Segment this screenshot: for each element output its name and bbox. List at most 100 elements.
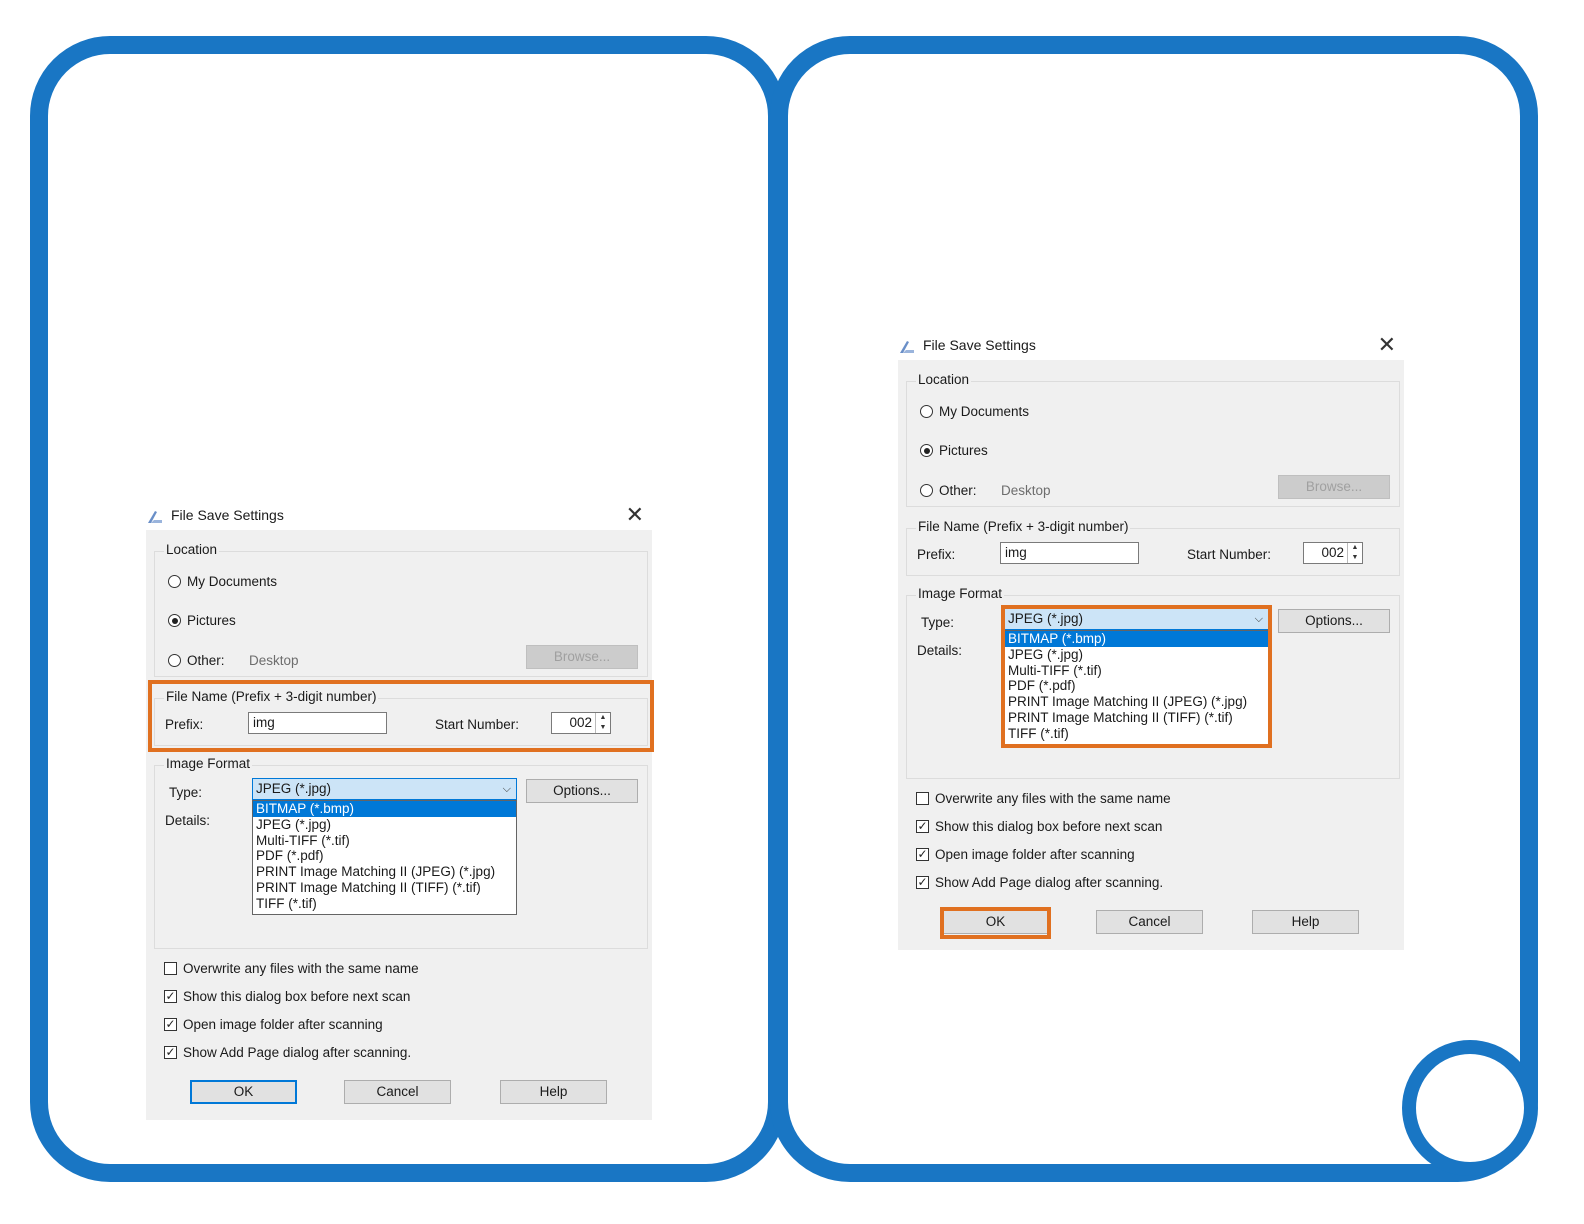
type-option[interactable]: PDF (*.pdf): [253, 848, 516, 864]
cancel-button[interactable]: Cancel: [1096, 910, 1203, 934]
details-label: Details:: [917, 643, 963, 658]
add-page-label: Show Add Page dialog after scanning.: [935, 875, 1164, 890]
radio-other-label: Other:: [187, 653, 225, 668]
start-number-value: 002: [569, 715, 592, 730]
start-number-value: 002: [1321, 545, 1344, 560]
scanner-app-icon: [900, 341, 914, 353]
type-option[interactable]: Multi-TIFF (*.tif): [1005, 663, 1268, 679]
close-icon[interactable]: ✕: [626, 502, 644, 528]
prefix-input[interactable]: img: [1000, 542, 1139, 564]
dialog-title: File Save Settings: [171, 507, 284, 523]
show-dialog-label: Show this dialog box before next scan: [935, 819, 1163, 834]
open-folder-label: Open image folder after scanning: [183, 1017, 383, 1032]
type-option[interactable]: BITMAP (*.bmp): [253, 801, 516, 817]
type-option[interactable]: JPEG (*.jpg): [253, 817, 516, 833]
chevron-down-icon[interactable]: ⌵: [1255, 609, 1263, 629]
image-format-legend: Image Format: [164, 756, 253, 771]
location-group: Location My Documents Pictures Other: De…: [154, 542, 648, 677]
add-page-label: Show Add Page dialog after scanning.: [183, 1045, 412, 1060]
type-dropdown-list: BITMAP (*.bmp) JPEG (*.jpg) Multi-TIFF (…: [1004, 630, 1269, 745]
radio-pictures[interactable]: [920, 444, 933, 457]
spin-arrows-icon[interactable]: ▲ ▼: [1347, 543, 1362, 563]
start-number-stepper[interactable]: 002 ▲ ▼: [551, 712, 611, 734]
show-dialog-label: Show this dialog box before next scan: [183, 989, 411, 1004]
open-folder-checkbox[interactable]: ✓: [916, 848, 929, 861]
cancel-button[interactable]: Cancel: [344, 1080, 451, 1104]
chevron-down-icon[interactable]: ⌵: [503, 779, 511, 799]
radio-other[interactable]: [168, 654, 181, 667]
type-option[interactable]: Multi-TIFF (*.tif): [253, 833, 516, 849]
radio-my-documents[interactable]: [168, 575, 181, 588]
type-dropdown-list: BITMAP (*.bmp) JPEG (*.jpg) Multi-TIFF (…: [252, 800, 517, 915]
prefix-label: Prefix:: [917, 547, 956, 562]
radio-my-documents-label: My Documents: [187, 574, 278, 589]
type-label: Type:: [169, 785, 203, 800]
add-page-checkbox[interactable]: ✓: [916, 876, 929, 889]
type-option[interactable]: PRINT Image Matching II (TIFF) (*.tif): [253, 880, 516, 896]
options-button[interactable]: Options...: [1278, 609, 1390, 633]
location-legend: Location: [916, 372, 972, 387]
start-number-stepper[interactable]: 002 ▲ ▼: [1303, 542, 1363, 564]
prefix-label: Prefix:: [165, 717, 204, 732]
ok-button[interactable]: OK: [942, 910, 1049, 934]
start-number-label: Start Number:: [435, 717, 520, 732]
type-option[interactable]: JPEG (*.jpg): [1005, 647, 1268, 663]
type-option[interactable]: TIFF (*.tif): [1005, 726, 1268, 742]
location-group: Location My Documents Pictures Other: De…: [906, 372, 1400, 507]
file-save-settings-dialog-left: File Save Settings ✕ Location My Documen…: [146, 500, 652, 1140]
type-option[interactable]: PRINT Image Matching II (JPEG) (*.jpg): [253, 864, 516, 880]
spin-arrows-icon[interactable]: ▲ ▼: [595, 713, 610, 733]
dialog-title: File Save Settings: [923, 337, 1036, 353]
type-selected-value: JPEG (*.jpg): [256, 781, 332, 796]
overwrite-checkbox[interactable]: [164, 962, 177, 975]
radio-pictures[interactable]: [168, 614, 181, 627]
open-folder-label: Open image folder after scanning: [935, 847, 1135, 862]
radio-other[interactable]: [920, 484, 933, 497]
open-folder-checkbox[interactable]: ✓: [164, 1018, 177, 1031]
file-name-group: File Name (Prefix + 3-digit number) Pref…: [906, 519, 1400, 576]
add-page-checkbox[interactable]: ✓: [164, 1046, 177, 1059]
radio-my-documents-label: My Documents: [939, 404, 1030, 419]
overwrite-label: Overwrite any files with the same name: [935, 791, 1171, 806]
type-option[interactable]: PRINT Image Matching II (TIFF) (*.tif): [1005, 710, 1268, 726]
dialog-titlebar: File Save Settings ✕: [898, 330, 1404, 360]
help-button[interactable]: Help: [500, 1080, 607, 1104]
help-button[interactable]: Help: [1252, 910, 1359, 934]
show-dialog-checkbox[interactable]: ✓: [916, 820, 929, 833]
file-name-group: File Name (Prefix + 3-digit number) Pref…: [154, 689, 648, 746]
prefix-input[interactable]: img: [248, 712, 387, 734]
type-selected-value: JPEG (*.jpg): [1008, 611, 1084, 626]
type-option[interactable]: PDF (*.pdf): [1005, 678, 1268, 694]
close-icon[interactable]: ✕: [1378, 332, 1396, 358]
show-dialog-checkbox[interactable]: ✓: [164, 990, 177, 1003]
start-number-label: Start Number:: [1187, 547, 1272, 562]
file-save-settings-dialog-right: File Save Settings ✕ Location My Documen…: [898, 330, 1404, 950]
other-path-text: Desktop: [249, 653, 299, 668]
ok-button[interactable]: OK: [190, 1080, 297, 1104]
radio-pictures-label: Pictures: [939, 443, 988, 458]
type-label: Type:: [921, 615, 955, 630]
browse-button[interactable]: Browse...: [526, 645, 638, 669]
type-option[interactable]: BITMAP (*.bmp): [1005, 631, 1268, 647]
options-button[interactable]: Options...: [526, 779, 638, 803]
file-name-legend: File Name (Prefix + 3-digit number): [916, 519, 1131, 534]
dialog-body: Location My Documents Pictures Other: De…: [146, 530, 652, 1120]
overwrite-label: Overwrite any files with the same name: [183, 961, 419, 976]
image-format-legend: Image Format: [916, 586, 1005, 601]
type-combobox[interactable]: JPEG (*.jpg) ⌵: [1004, 608, 1269, 630]
corner-circle-decoration: [1402, 1040, 1538, 1176]
browse-button[interactable]: Browse...: [1278, 475, 1390, 499]
scanner-app-icon: [148, 511, 162, 523]
type-combobox[interactable]: JPEG (*.jpg) ⌵: [252, 778, 517, 800]
details-label: Details:: [165, 813, 211, 828]
location-legend: Location: [164, 542, 220, 557]
radio-other-label: Other:: [939, 483, 977, 498]
radio-pictures-label: Pictures: [187, 613, 236, 628]
other-path-text: Desktop: [1001, 483, 1051, 498]
dialog-titlebar: File Save Settings ✕: [146, 500, 652, 530]
type-option[interactable]: PRINT Image Matching II (JPEG) (*.jpg): [1005, 694, 1268, 710]
radio-my-documents[interactable]: [920, 405, 933, 418]
dialog-body: Location My Documents Pictures Other: De…: [898, 360, 1404, 950]
type-option[interactable]: TIFF (*.tif): [253, 896, 516, 912]
overwrite-checkbox[interactable]: [916, 792, 929, 805]
